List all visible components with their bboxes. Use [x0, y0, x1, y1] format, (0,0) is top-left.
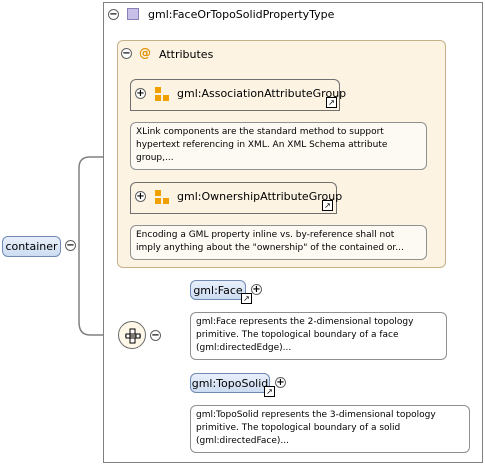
doc-line: hypertext referencing in XML. An XML Sch… — [136, 140, 388, 150]
type-collapse-toggle[interactable]: − — [108, 9, 119, 20]
toposolid-doc: gml:TopoSolid represents the 3-dimension… — [190, 405, 470, 453]
doc-line: (gml:directedFace)... — [196, 436, 289, 446]
association-group-label: gml:AssociationAttributeGroup — [177, 87, 347, 100]
doc-line: XLink components are the standard method… — [136, 127, 384, 137]
complex-type-icon — [127, 8, 139, 20]
link-arrow-icon[interactable]: ↗ — [322, 200, 333, 211]
attributes-title: Attributes — [159, 48, 214, 61]
doc-line: Encoding a GML property inline vs. by-re… — [136, 230, 395, 240]
root-element-container[interactable]: container — [2, 236, 61, 257]
ownership-doc: Encoding a GML property inline vs. by-re… — [130, 225, 427, 260]
root-collapse-toggle[interactable]: − — [65, 240, 76, 251]
doc-line: gml:Face represents the 2-dimensional to… — [196, 317, 414, 327]
link-arrow-icon[interactable]: ↗ — [326, 97, 337, 108]
ownership-expand-toggle[interactable]: + — [135, 191, 146, 202]
doc-line: group,... — [136, 153, 174, 163]
attribute-group-icon — [155, 190, 169, 204]
face-expand-toggle[interactable]: + — [251, 284, 262, 295]
doc-line: imply anything about the "ownership" of … — [136, 243, 404, 253]
doc-line: primitive. The topological boundary of a… — [196, 423, 401, 433]
attribute-group-icon — [155, 87, 169, 101]
type-title: gml:FaceOrTopoSolidPropertyType — [148, 8, 335, 21]
attributes-collapse-toggle[interactable]: − — [121, 48, 132, 59]
toposolid-expand-toggle[interactable]: + — [275, 377, 286, 388]
element-face-label: gml:Face — [193, 283, 243, 297]
doc-line: (gml:directedEdge)... — [196, 343, 292, 353]
root-element-label: container — [5, 240, 58, 253]
association-expand-toggle[interactable]: + — [135, 88, 146, 99]
doc-line: gml:TopoSolid represents the 3-dimension… — [196, 410, 436, 420]
element-face[interactable]: gml:Face — [190, 280, 246, 300]
link-arrow-icon[interactable]: ↗ — [264, 386, 275, 397]
sequence-collapse-toggle[interactable]: − — [150, 330, 161, 341]
at-sign-icon: @ — [139, 46, 151, 60]
link-arrow-icon[interactable]: ↗ — [241, 293, 252, 304]
element-toposolid-label: gml:TopoSolid — [191, 376, 269, 390]
doc-line: primitive. The topological boundary of a… — [196, 330, 399, 340]
ownership-group-label: gml:OwnershipAttributeGroup — [177, 190, 343, 203]
face-doc: gml:Face represents the 2-dimensional to… — [190, 312, 447, 360]
element-toposolid[interactable]: gml:TopoSolid — [190, 373, 270, 393]
sequence-compositor-icon[interactable] — [118, 321, 146, 349]
association-doc: XLink components are the standard method… — [130, 122, 427, 170]
